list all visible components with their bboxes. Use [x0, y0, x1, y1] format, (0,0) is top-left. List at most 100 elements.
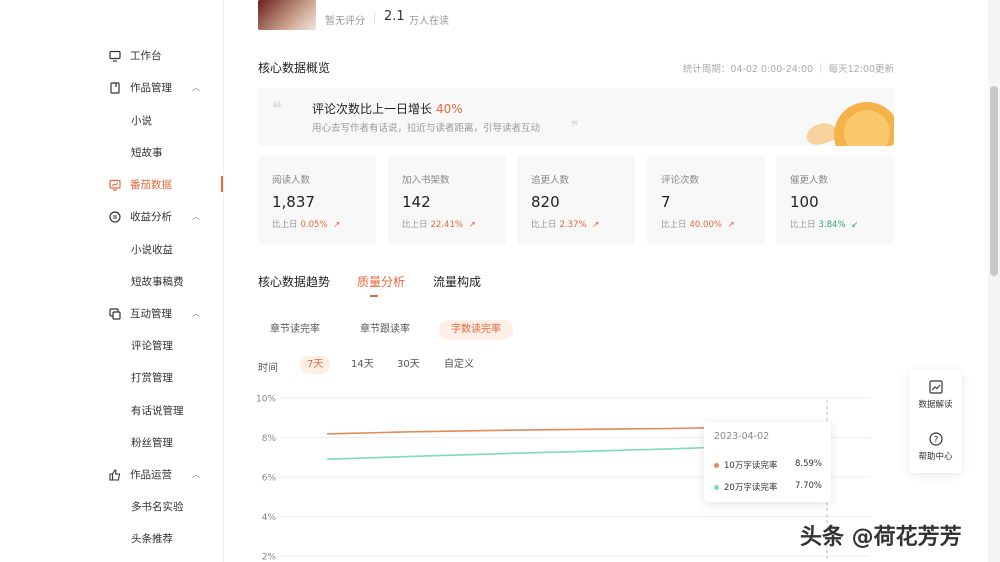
watermark: 头条 @荷花芳芳	[800, 525, 962, 550]
compare-value: 22.41%	[430, 220, 463, 230]
compare-value: 0.05%	[300, 220, 328, 230]
quote-close-icon: ❞	[571, 119, 579, 135]
subtab-chapter-follow[interactable]: 章节跟读率	[348, 320, 422, 340]
sidebar-item-story-fee[interactable]: 短故事稿费	[131, 274, 184, 289]
sidebar-item-fans[interactable]: 粉丝管理	[131, 435, 173, 450]
scrollbar-track[interactable]	[988, 0, 1000, 562]
chart-tooltip: 2023-04-02 10万字读完率 8.59% 20万字读完率 7.70%	[704, 422, 831, 502]
sidebar-item-label: 工作台	[130, 50, 162, 62]
scrollbar-thumb[interactable]	[990, 86, 998, 276]
tab-traffic[interactable]: 流量构成	[433, 273, 481, 290]
data-interpretation-label: 数据解读	[918, 400, 953, 410]
stat-value: 100	[790, 193, 819, 211]
tab-core-trend[interactable]: 核心数据趋势	[258, 273, 330, 290]
banner-title-text: 评论次数比上一日增长	[312, 102, 433, 116]
sidebar-item-label: 作品管理	[130, 82, 172, 94]
arrow-up-icon: ↗	[724, 220, 735, 230]
overview-title: 核心数据概览	[258, 61, 331, 75]
page: 暂无评分 2.1 万人在读 工作台 作品管理 ︿ 小说 短故事 番茄数据 收益分…	[0, 0, 1000, 562]
sidebar-item-interaction[interactable]: 互动管理 ︿	[108, 306, 200, 321]
stat-value: 7	[661, 193, 671, 211]
y-tick-label: 10%	[256, 395, 276, 405]
tooltip-row: 10万字读完率 8.59%	[714, 459, 824, 471]
tab-quality-analysis[interactable]: 质量分析	[357, 273, 405, 290]
sidebar-item-comments[interactable]: 评论管理	[131, 338, 173, 353]
banner-percent: 40%	[436, 102, 463, 116]
compare-label: 比上日	[531, 220, 557, 230]
sidebar-item-novel[interactable]: 小说	[131, 113, 152, 128]
tooltip-series-name: 20万字读完率	[724, 483, 778, 493]
range-7-days[interactable]: 7天	[300, 356, 331, 374]
y-tick-label: 8%	[262, 434, 277, 444]
arrow-up-icon: ↗	[589, 220, 600, 230]
compare-label: 比上日	[661, 220, 687, 230]
sidebar-item-title-test[interactable]: 多书名实验	[131, 499, 184, 514]
help-center-label: 帮助中心	[918, 452, 953, 462]
range-14-days[interactable]: 14天	[344, 356, 381, 374]
stat-value: 820	[531, 193, 560, 211]
compare-label: 比上日	[272, 220, 298, 230]
y-tick-label: 4%	[262, 513, 277, 523]
sidebar-item-works[interactable]: 作品管理 ︿	[108, 80, 200, 95]
sidebar-item-operation[interactable]: 作品运营 ︿	[108, 467, 200, 482]
banner-subtitle: 用心去写作者有话说，拉近与读者距离，引导读者互动	[312, 123, 541, 134]
sidebar-item-short-story[interactable]: 短故事	[131, 145, 163, 160]
sidebar-item-label: 互动管理	[130, 308, 172, 320]
stat-compare: 比上日 3.84% ↙	[790, 218, 858, 230]
book-icon	[108, 81, 122, 95]
tooltip-date: 2023-04-02	[714, 431, 770, 442]
chart-icon	[108, 178, 122, 192]
chat-icon	[108, 307, 122, 321]
compare-value: 2.37%	[559, 220, 587, 230]
sidebar-item-author-notes[interactable]: 有话说管理	[131, 403, 184, 418]
arrow-down-icon: ↙	[848, 220, 859, 230]
stat-card-shelf: 加入书架数 142 比上日 22.41% ↗	[388, 155, 506, 245]
stat-compare: 比上日 0.05% ↗	[272, 218, 340, 230]
stat-compare: 比上日 22.41% ↗	[402, 218, 476, 230]
stat-compare: 比上日 40.00% ↗	[661, 218, 735, 230]
tooltip-series-value: 7.70%	[794, 481, 822, 491]
sidebar-item-workbench[interactable]: 工作台	[108, 48, 162, 63]
chevron-up-icon[interactable]: ︿	[192, 82, 200, 93]
y-tick-label: 2%	[262, 553, 277, 562]
readers-label: 万人在读	[409, 16, 449, 27]
chevron-up-icon[interactable]: ︿	[192, 469, 200, 480]
sidebar-item-label: 作品运营	[130, 469, 172, 481]
sidebar-item-novel-income[interactable]: 小说收益	[131, 242, 173, 257]
tooltip-series-name: 10万字读完率	[724, 461, 778, 471]
book-cover-image	[258, 0, 316, 30]
data-interpretation-button[interactable]: 数据解读	[909, 380, 962, 410]
help-center-button[interactable]: ? 帮助中心	[909, 432, 962, 462]
compare-label: 比上日	[402, 220, 428, 230]
range-custom[interactable]: 自定义	[437, 356, 481, 374]
subtab-word-complete[interactable]: 字数读完率	[439, 320, 513, 340]
active-indicator	[221, 176, 223, 192]
question-icon: ?	[928, 432, 943, 446]
sidebar-item-data[interactable]: 番茄数据	[108, 177, 172, 192]
stat-value: 1,837	[272, 193, 315, 211]
score-text: 暂无评分	[325, 16, 365, 27]
sidebar-item-rewards[interactable]: 打赏管理	[131, 370, 173, 385]
y-tick-label: 6%	[262, 474, 277, 484]
chevron-up-icon[interactable]: ︿	[192, 211, 200, 222]
subtab-chapter-complete[interactable]: 章节读完率	[258, 320, 332, 340]
sidebar-item-income[interactable]: 收益分析 ︿	[108, 209, 200, 224]
stat-compare: 比上日 2.37% ↗	[531, 218, 599, 230]
thumb-up-icon	[108, 468, 122, 482]
arrow-up-icon: ↗	[465, 220, 476, 230]
stat-value: 142	[402, 193, 431, 211]
sidebar-item-toutiao[interactable]: 头条推荐	[131, 531, 173, 546]
arrow-up-icon: ↗	[330, 220, 341, 230]
sidebar-item-label: 收益分析	[130, 211, 172, 223]
chevron-up-icon[interactable]: ︿	[192, 308, 200, 319]
range-30-days[interactable]: 30天	[390, 356, 427, 374]
stat-card-followers: 追更人数 820 比上日 2.37% ↗	[517, 155, 635, 245]
stat-card-comments: 评论次数 7 比上日 40.00% ↗	[647, 155, 765, 245]
sidebar: 工作台 作品管理 ︿ 小说 短故事 番茄数据 收益分析 ︿ 小说收益 短故事稿费	[0, 0, 224, 562]
stat-label: 催更人数	[790, 175, 829, 186]
period-text: 统计周期：04-02 0:00-24:00 ｜ 每天12:00更新	[682, 64, 894, 75]
sidebar-item-label: 番茄数据	[130, 179, 172, 191]
stat-label: 加入书架数	[402, 175, 450, 186]
compare-label: 比上日	[790, 220, 816, 230]
svg-text:?: ?	[933, 435, 938, 445]
